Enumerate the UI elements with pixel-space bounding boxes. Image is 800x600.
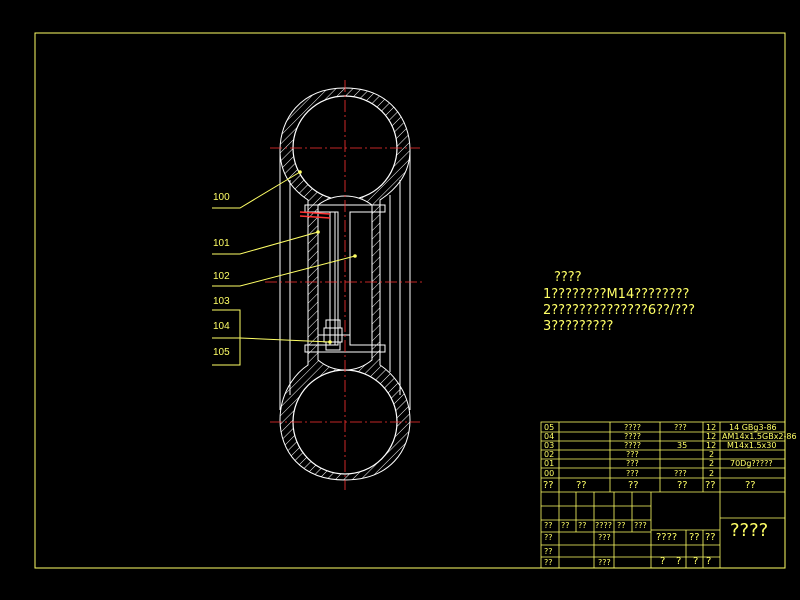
mid-row-cell: ?? — [689, 532, 700, 543]
bom-row-spec: 70Dg????? — [730, 459, 773, 468]
left-row-cell: ?? — [544, 558, 553, 567]
bom-row-qty: 2 — [709, 459, 715, 468]
mid-row-cell: ???? — [656, 532, 678, 543]
mid-left-cell: ??? — [598, 558, 611, 567]
sign-cell: ??? — [634, 521, 647, 530]
bom-row-spec: M14x1.5x30 — [727, 441, 777, 450]
notes-line-2: 2??????????????6??/??? — [543, 303, 696, 318]
bottom-row-cell: ? — [676, 556, 682, 567]
bom-row-spec: 14 GBg3-86 — [729, 423, 777, 432]
bom-row-qty-a: 35 — [677, 441, 688, 450]
bom-row-no: 04 — [544, 432, 555, 441]
bom-header-spec: ?? — [745, 480, 756, 491]
sign-cell: ?? — [544, 521, 553, 530]
bom-row-qty: 12 — [706, 423, 717, 432]
bom-row-qty-a: ??? — [674, 469, 687, 478]
part-label-103: 103 — [213, 296, 230, 307]
sign-cell: ?? — [578, 521, 587, 530]
sign-cell: ?? — [617, 521, 626, 530]
sign-cell: ???? — [595, 521, 612, 530]
bom-header-no: ?? — [543, 480, 554, 491]
notes-line-1: 1????????M14???????? — [543, 287, 690, 302]
bom-row-no: 03 — [544, 441, 555, 450]
part-label-105: 105 — [213, 347, 230, 358]
bom-row-name: ??? — [626, 459, 639, 468]
notes-line-3: 3????????? — [543, 319, 614, 334]
bom-header-qty: ?? — [705, 480, 716, 491]
leader-dot-102 — [353, 254, 357, 258]
cad-drawing-sheet: 100 101 102 103 104 105 ???? 1????????M1… — [0, 0, 800, 600]
bom-row-qty-a: ??? — [674, 423, 687, 432]
bom-row-no: 02 — [544, 450, 555, 459]
notes-heading: ???? — [554, 270, 582, 285]
drawing-title: ???? — [730, 520, 769, 541]
left-row-cell: ?? — [544, 547, 553, 556]
bom-header-col1: ?? — [576, 480, 587, 491]
bom-row-spec: AM14x1.5GBx2-86 — [722, 432, 797, 441]
mid-row-cell: ?? — [705, 532, 716, 543]
bom-row-qty: 12 — [706, 441, 717, 450]
leader-dot-100 — [298, 170, 302, 174]
part-label-104: 104 — [213, 321, 230, 332]
part-label-100: 100 — [213, 192, 230, 203]
bom-row-qty: 2 — [709, 450, 715, 459]
bom-row-name: ??? — [626, 450, 639, 459]
part-label-102: 102 — [213, 271, 230, 282]
sign-cell: ?? — [561, 521, 570, 530]
part-label-101: 101 — [213, 238, 230, 249]
bom-row-no: 01 — [544, 459, 555, 468]
bom-row-qty: 2 — [709, 469, 715, 478]
bom-row-name: ???? — [624, 432, 641, 441]
bom-header-qty-a: ?? — [677, 480, 688, 491]
bom-row-name: ???? — [624, 423, 641, 432]
left-row-cell: ?? — [544, 533, 553, 542]
bottom-row-cell: ? — [660, 556, 666, 567]
bottom-row-cell: ? — [693, 556, 699, 567]
bottom-row-cell: ? — [706, 556, 712, 567]
leader-dot-104 — [328, 340, 332, 344]
bom-row-no: 00 — [544, 469, 555, 478]
bom-row-name: ???? — [624, 441, 641, 450]
bom-row-qty: 12 — [706, 432, 717, 441]
mid-left-cell: ??? — [598, 533, 611, 542]
leader-dot-101 — [316, 230, 320, 234]
bom-row-no: 05 — [544, 423, 555, 432]
bom-header-name: ?? — [628, 480, 639, 491]
bom-row-name: ??? — [626, 469, 639, 478]
